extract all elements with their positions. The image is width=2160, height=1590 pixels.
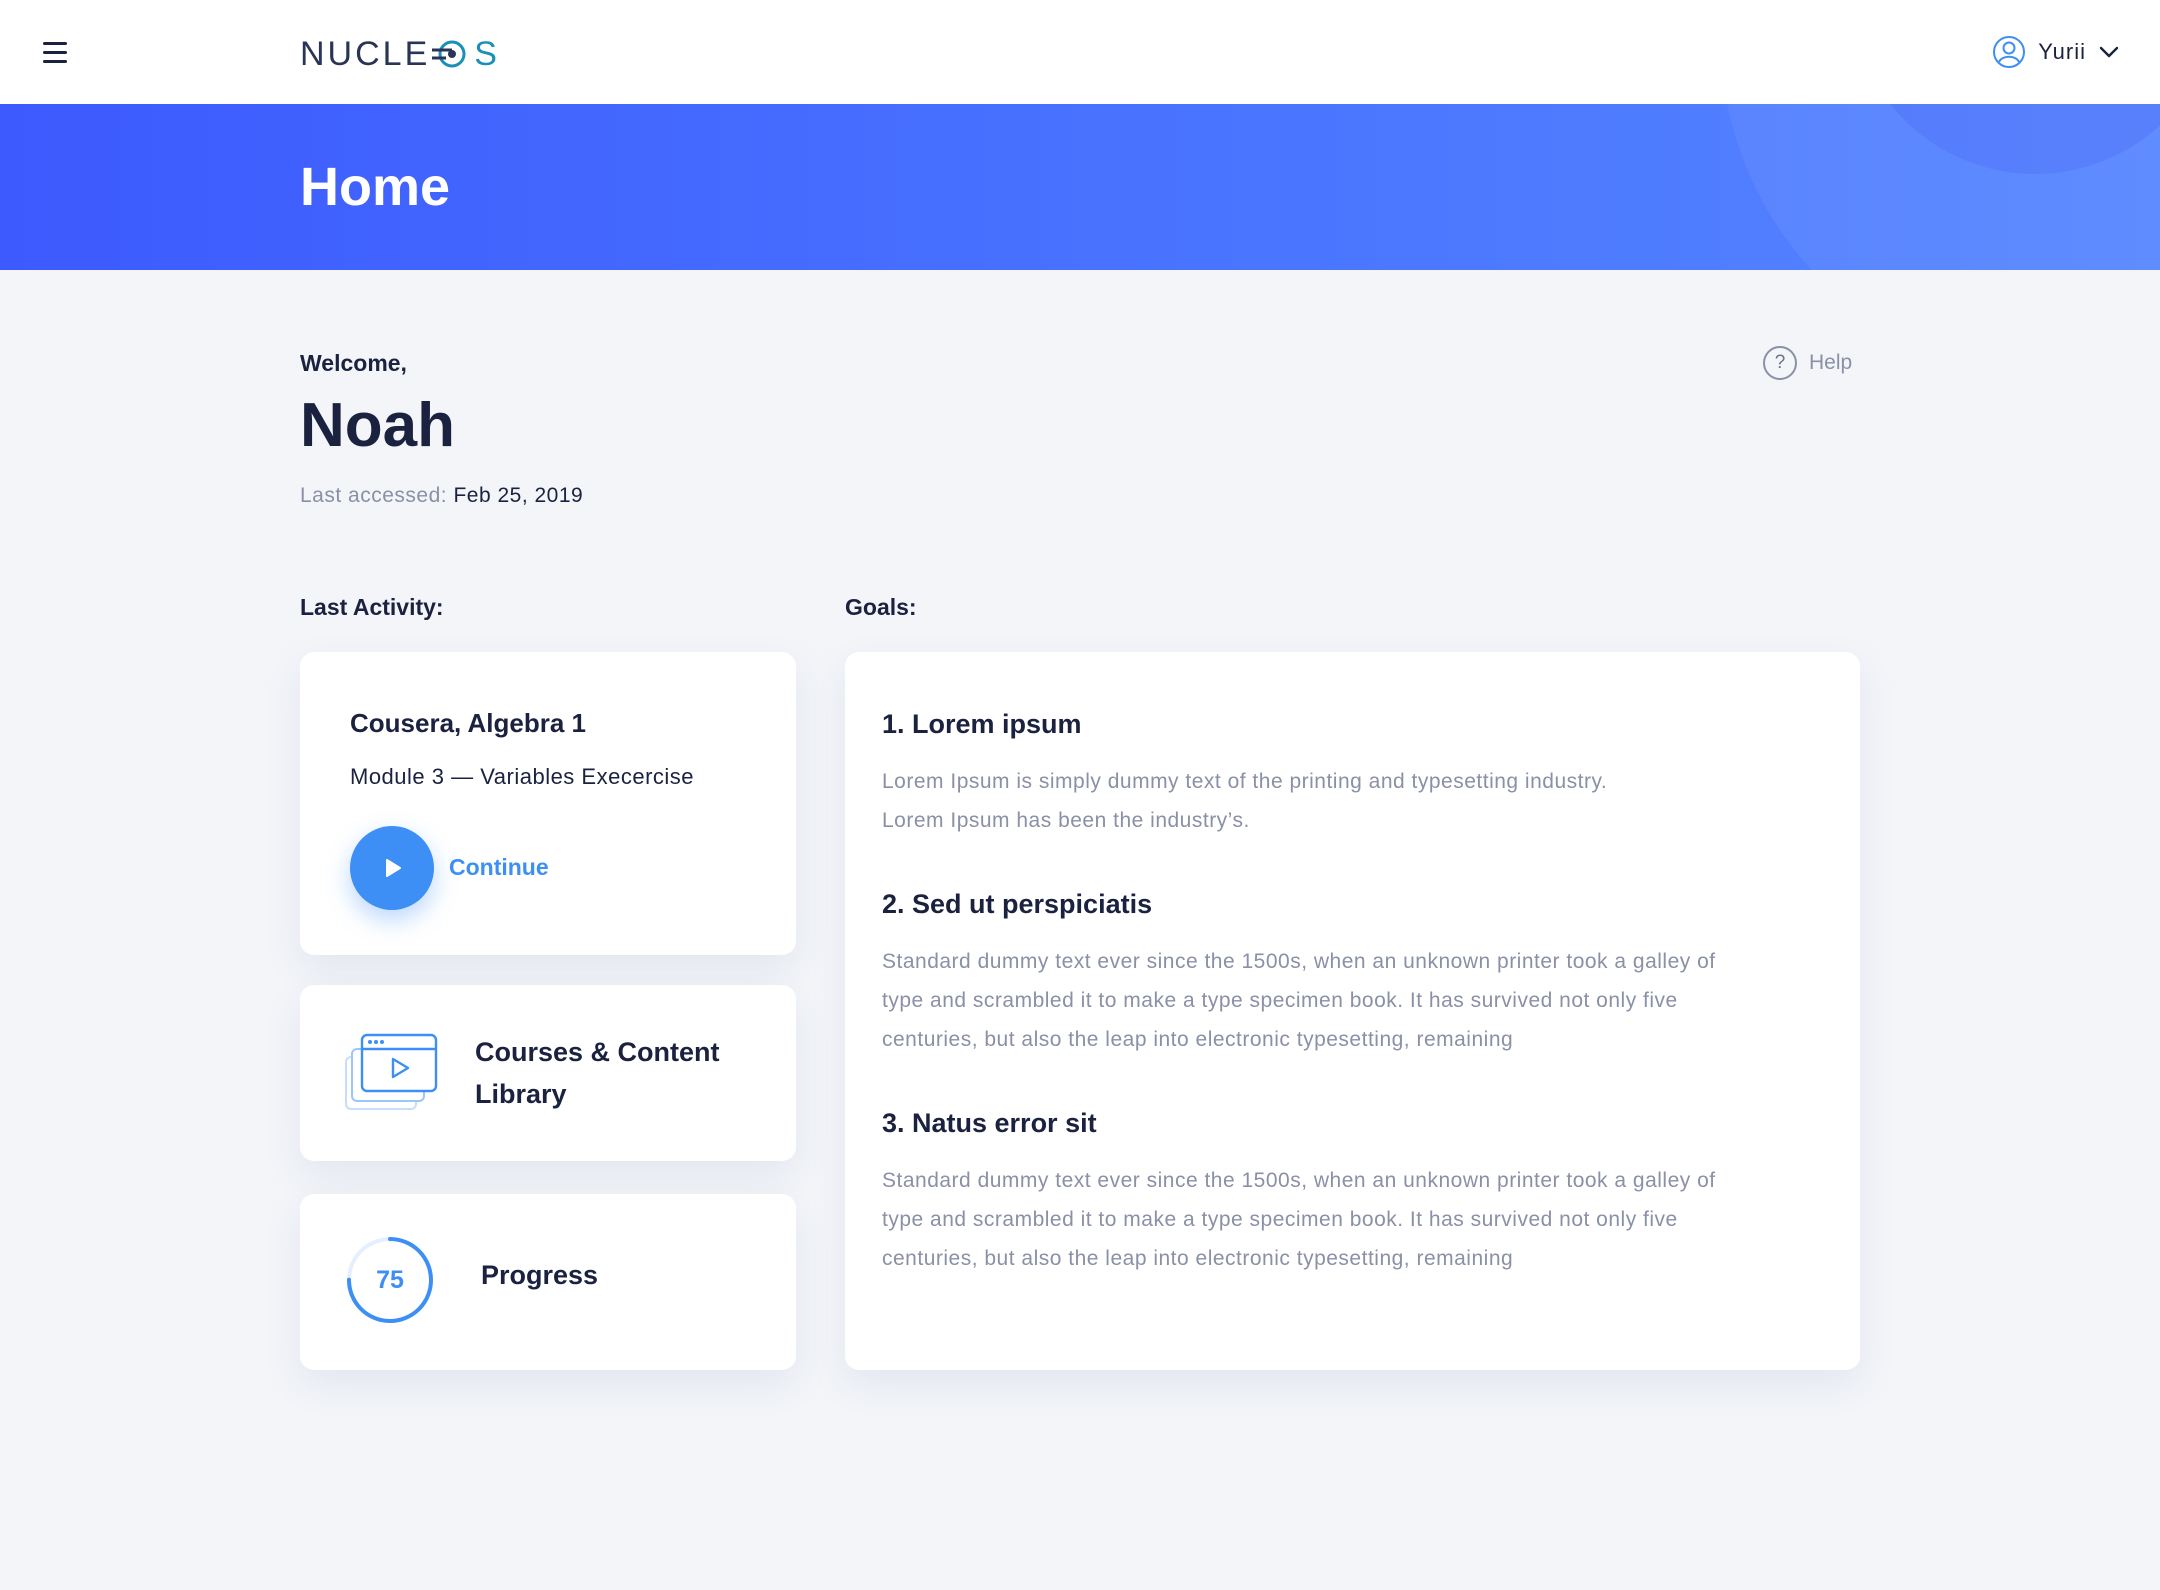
last-activity-card: Cousera, Algebra 1 Module 3 — Variables …	[300, 652, 796, 955]
user-name: Yurii	[2038, 39, 2086, 64]
goal-title: 1. Lorem ipsum	[882, 709, 1082, 739]
goal-title: 3. Natus error sit	[882, 1108, 1097, 1138]
goals-card: 1. Lorem ipsum Lorem Ipsum is simply dum…	[845, 652, 1860, 1370]
help-label: Help	[1809, 351, 1853, 374]
goals-heading: Goals:	[845, 594, 917, 620]
courses-library-card[interactable]: Courses & Content Library	[300, 985, 796, 1161]
progress-value: 75	[376, 1265, 404, 1294]
user-display-name: Noah	[300, 391, 455, 460]
user-menu[interactable]: Yurii	[1992, 32, 2120, 72]
continue-link[interactable]: Continue	[449, 854, 549, 881]
user-avatar-icon	[1993, 36, 2026, 68]
play-button[interactable]	[350, 826, 434, 910]
goal-text: Lorem Ipsum is simply dummy text of the …	[882, 770, 1608, 832]
last-accessed: Last accessed: Feb 25, 2019	[300, 484, 583, 508]
logo-tail: S	[474, 34, 500, 73]
goal-title: 2. Sed ut perspiciatis	[882, 889, 1153, 919]
course-title: Cousera, Algebra 1	[350, 708, 587, 738]
course-module: Module 3 — Variables Execercise	[350, 764, 695, 789]
hero-banner: Home	[0, 104, 2160, 270]
progress-card[interactable]: 75 Progress	[300, 1194, 796, 1370]
help-link[interactable]: ? Help	[1763, 346, 1852, 380]
hamburger-icon[interactable]	[40, 38, 72, 66]
progress-label: Progress	[481, 1260, 599, 1290]
welcome-label: Welcome,	[300, 350, 407, 376]
goal-text: Standard dummy text ever since the 1500s…	[882, 950, 1716, 1051]
play-icon	[386, 859, 401, 877]
logo-o-icon	[432, 40, 466, 68]
page-title: Home	[300, 157, 451, 217]
last-activity-heading: Last Activity:	[300, 594, 444, 620]
goal-item: 1. Lorem ipsum Lorem Ipsum is simply dum…	[882, 709, 1752, 840]
courses-library-label: Courses & Content Library	[475, 1037, 720, 1109]
goal-item: 3. Natus error sit Standard dummy text e…	[882, 1108, 1752, 1278]
logo-text: NUCLE	[300, 34, 431, 73]
logo[interactable]: NUCLE S	[300, 34, 500, 73]
last-accessed-value: Feb 25, 2019	[453, 484, 584, 507]
video-library-icon	[345, 1033, 438, 1110]
goal-text: Standard dummy text ever since the 1500s…	[882, 1169, 1716, 1270]
chevron-down-icon[interactable]	[2098, 45, 2120, 59]
last-accessed-label: Last accessed:	[300, 484, 448, 507]
goal-item: 2. Sed ut perspiciatis Standard dummy te…	[882, 889, 1752, 1059]
question-circle-icon: ?	[1763, 346, 1797, 380]
top-bar: NUCLE S Yurii	[0, 0, 2160, 104]
